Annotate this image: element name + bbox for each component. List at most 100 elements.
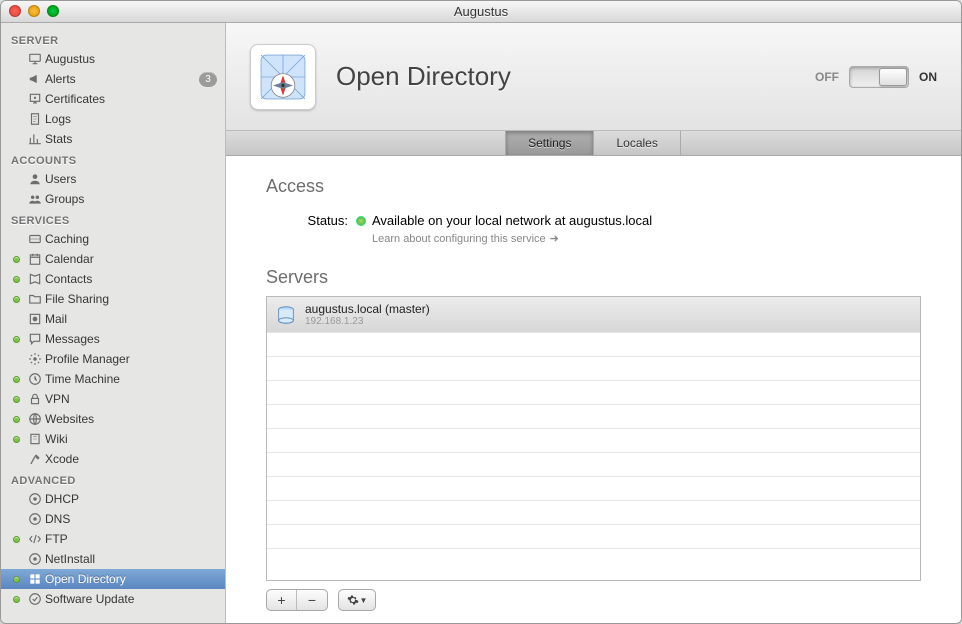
switch-on-label: ON xyxy=(919,70,937,84)
sidebar-item-label: Certificates xyxy=(45,92,105,106)
sidebar-item-software-update[interactable]: Software Update xyxy=(1,589,225,609)
hammer-icon xyxy=(27,451,43,467)
sidebar-item-netinstall[interactable]: NetInstall xyxy=(1,549,225,569)
switch-off-label: OFF xyxy=(815,70,839,84)
gear-icon xyxy=(27,351,43,367)
sidebar-item-label: FTP xyxy=(45,532,68,546)
open-directory-icon xyxy=(250,44,316,110)
page-title: Open Directory xyxy=(336,61,511,92)
net-icon xyxy=(27,551,43,567)
clock-icon xyxy=(27,371,43,387)
sidebar-item-file-sharing[interactable]: File Sharing xyxy=(1,289,225,309)
sidebar-item-websites[interactable]: Websites xyxy=(1,409,225,429)
sidebar: SERVERAugustusAlerts3 Certificates Logs Sta… xyxy=(1,23,226,623)
server-app-window: Augustus SERVERAugustusAlerts3Certificat… xyxy=(0,0,962,624)
sidebar-item-vpn[interactable]: VPN xyxy=(1,389,225,409)
main-panel: Open Directory OFF ON SettingsLocales Ac… xyxy=(226,23,961,623)
folder-icon xyxy=(27,291,43,307)
sidebar-item-xcode[interactable]: Xcode xyxy=(1,449,225,469)
sidebar-item-augustus[interactable]: Augustus xyxy=(1,49,225,69)
globe-icon xyxy=(27,411,43,427)
sidebar-item-profile-manager[interactable]: Profile Manager xyxy=(1,349,225,369)
sidebar-item-alerts[interactable]: Alerts3 xyxy=(1,69,225,89)
group-icon xyxy=(27,191,43,207)
sidebar-item-contacts[interactable]: Contacts xyxy=(1,269,225,289)
sidebar-item-mail[interactable]: Mail xyxy=(1,309,225,329)
sidebar-item-label: Groups xyxy=(45,192,84,206)
status-dot-icon xyxy=(13,276,20,283)
server-ip: 192.168.1.23 xyxy=(305,316,430,327)
sidebar-item-messages[interactable]: Messages xyxy=(1,329,225,349)
lock-icon xyxy=(27,391,43,407)
sidebar-item-open-directory[interactable]: Open Directory xyxy=(1,569,225,589)
sidebar-item-ftp[interactable]: FTP xyxy=(1,529,225,549)
sidebar-item-certificates[interactable]: Certificates xyxy=(1,89,225,109)
empty-row xyxy=(267,357,920,381)
sidebar-item-users[interactable]: Users xyxy=(1,169,225,189)
net-icon xyxy=(27,491,43,507)
sidebar-section-header: ACCOUNTS xyxy=(1,149,225,169)
status-row: Status: Available on your local network … xyxy=(288,213,921,245)
service-header: Open Directory OFF ON xyxy=(226,23,961,131)
chevron-down-icon: ▼ xyxy=(360,596,368,605)
status-dot-icon xyxy=(13,296,20,303)
service-switch[interactable] xyxy=(849,66,909,88)
sidebar-item-label: Logs xyxy=(45,112,71,126)
status-dot-icon xyxy=(13,256,20,263)
access-heading: Access xyxy=(266,176,921,197)
status-dot-icon xyxy=(13,576,20,583)
sidebar-item-label: Messages xyxy=(45,332,100,346)
tab-locales[interactable]: Locales xyxy=(593,131,680,155)
sidebar-section-header: SERVER xyxy=(1,29,225,49)
status-dot-icon xyxy=(13,336,20,343)
dir-icon xyxy=(27,571,43,587)
sidebar-item-stats[interactable]: Stats xyxy=(1,129,225,149)
ftp-icon xyxy=(27,531,43,547)
sidebar-item-label: DHCP xyxy=(45,492,79,506)
sidebar-item-dns[interactable]: DNS xyxy=(1,509,225,529)
service-switch-group: OFF ON xyxy=(815,66,937,88)
window-title: Augustus xyxy=(1,4,961,19)
remove-server-button[interactable]: − xyxy=(297,590,327,610)
cert-icon xyxy=(27,91,43,107)
arrow-icon: ➜ xyxy=(550,233,559,245)
net-icon xyxy=(27,511,43,527)
sidebar-item-label: Mail xyxy=(45,312,67,326)
status-dot-icon xyxy=(13,536,20,543)
sidebar-item-label: Alerts xyxy=(45,72,76,86)
gear-icon xyxy=(347,594,359,606)
content-area: Access Status: Available on your local n… xyxy=(226,156,961,623)
sidebar-item-label: Time Machine xyxy=(45,372,120,386)
titlebar[interactable]: Augustus xyxy=(1,1,961,23)
sidebar-item-groups[interactable]: Groups xyxy=(1,189,225,209)
sidebar-item-logs[interactable]: Logs xyxy=(1,109,225,129)
sidebar-item-label: Xcode xyxy=(45,452,79,466)
sidebar-item-time-machine[interactable]: Time Machine xyxy=(1,369,225,389)
empty-row xyxy=(267,429,920,453)
cache-icon xyxy=(27,231,43,247)
sidebar-item-wiki[interactable]: Wiki xyxy=(1,429,225,449)
empty-row xyxy=(267,405,920,429)
empty-row xyxy=(267,501,920,525)
tab-settings[interactable]: Settings xyxy=(505,131,594,155)
sidebar-item-caching[interactable]: Caching xyxy=(1,229,225,249)
server-list[interactable]: augustus.local (master)192.168.1.23 xyxy=(266,296,921,581)
close-button[interactable] xyxy=(9,5,21,17)
sidebar-item-label: Stats xyxy=(45,132,72,146)
status-dot-icon xyxy=(13,376,20,383)
sidebar-item-dhcp[interactable]: DHCP xyxy=(1,489,225,509)
server-row[interactable]: augustus.local (master)192.168.1.23 xyxy=(267,297,920,333)
zoom-button[interactable] xyxy=(47,5,59,17)
server-name: augustus.local (master) xyxy=(305,302,430,316)
traffic-lights xyxy=(9,5,59,17)
cal-icon xyxy=(27,251,43,267)
learn-link[interactable]: Learn about configuring this service➜ xyxy=(372,232,652,245)
status-dot-icon xyxy=(13,396,20,403)
status-led-icon xyxy=(356,216,366,226)
action-menu-button[interactable]: ▼ xyxy=(338,589,376,611)
sidebar-item-label: Websites xyxy=(45,412,94,426)
minimize-button[interactable] xyxy=(28,5,40,17)
add-server-button[interactable]: + xyxy=(267,590,297,610)
sidebar-item-label: Wiki xyxy=(45,432,68,446)
sidebar-item-calendar[interactable]: Calendar xyxy=(1,249,225,269)
